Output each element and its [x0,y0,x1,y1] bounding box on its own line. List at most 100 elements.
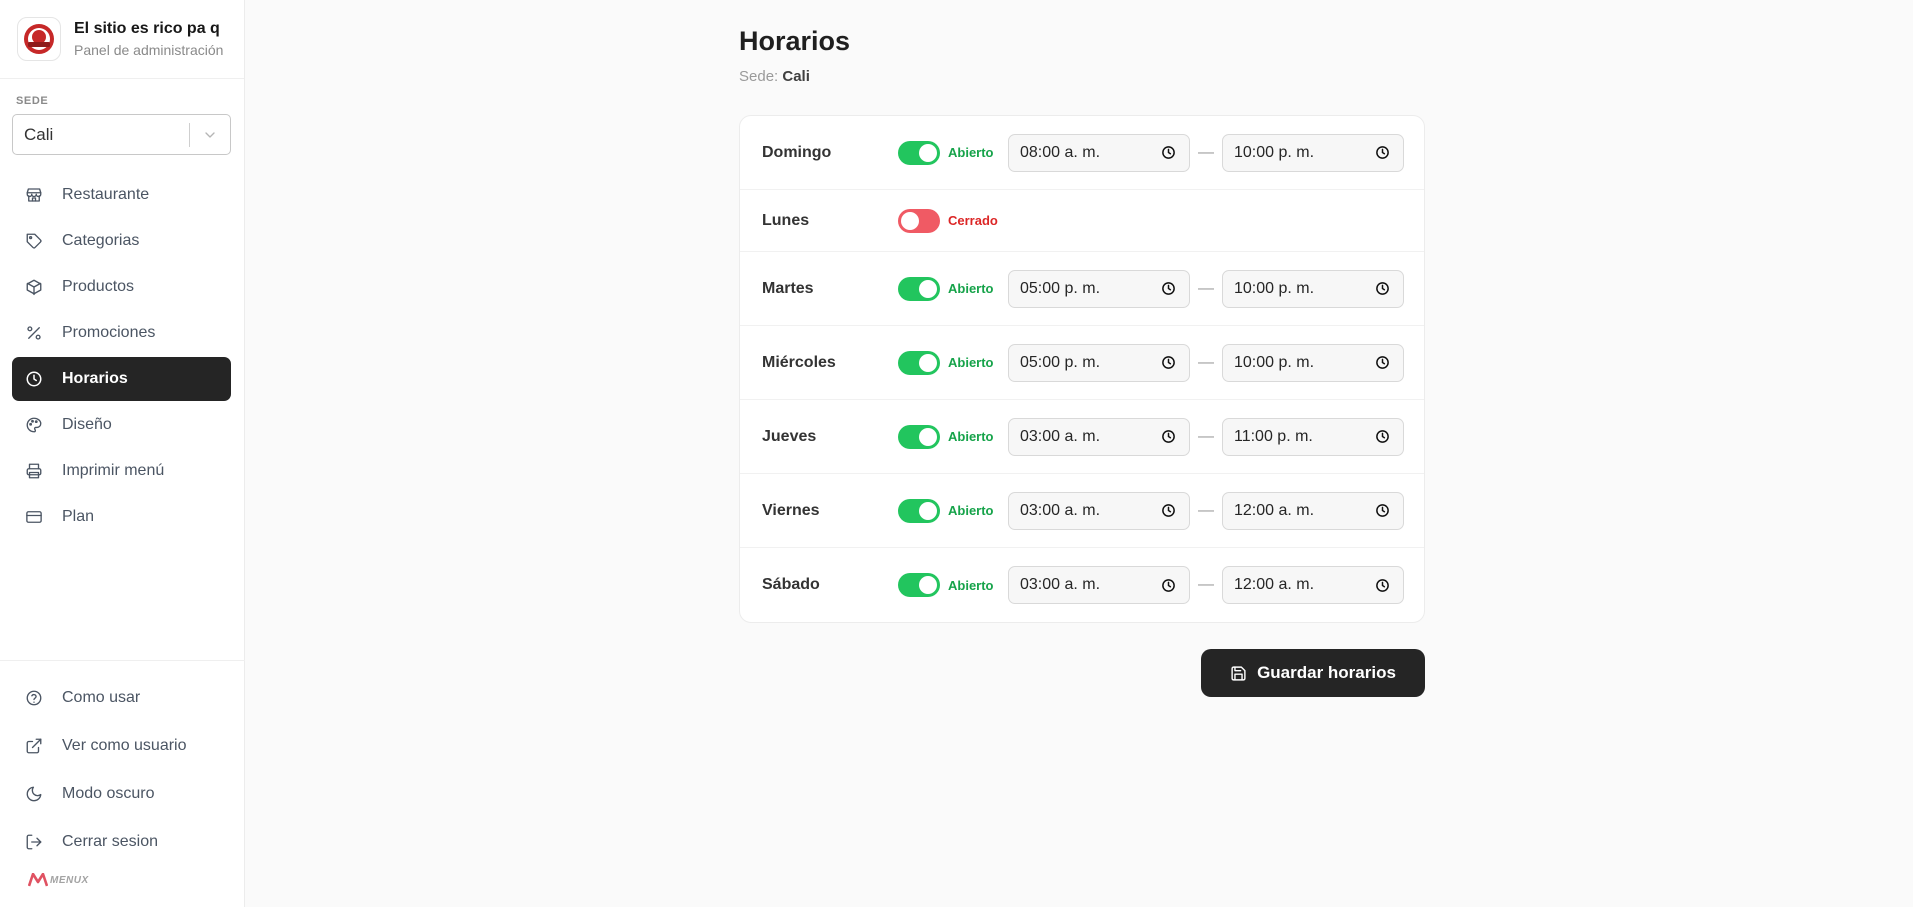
clock-icon[interactable] [1161,429,1176,444]
palette-icon [26,417,42,433]
nav-label: Productos [62,278,135,295]
day-name: Viernes [762,501,820,519]
time-value: 03:00 a. m. [1020,501,1101,519]
open-time-input[interactable]: 03:00 a. m. [1008,566,1190,604]
close-time-input[interactable]: 11:00 p. m. [1222,417,1404,456]
day-name: Miércoles [762,353,836,371]
time-value: 10:00 p. m. [1234,353,1315,371]
nav-item-productos[interactable]: Productos [12,265,231,309]
clock-icon[interactable] [1375,503,1390,518]
external-link-icon [26,738,42,754]
nav-item-ver-como-usuario[interactable]: Ver como usuario [12,723,231,769]
sede-name: Cali [782,68,810,85]
time-separator: — [1198,501,1214,519]
nav-item-como-usar[interactable]: Como usar [12,675,231,721]
open-toggle[interactable] [898,573,940,597]
sede-prefix: Sede: [739,68,779,85]
time-value: 10:00 p. m. [1234,143,1315,161]
open-toggle[interactable] [898,350,940,375]
time-separator: — [1198,143,1214,161]
clock-icon[interactable] [1375,578,1390,593]
nav-item-diseno[interactable]: Diseño [12,403,231,447]
nav-label: Imprimir menú [62,462,165,479]
clock-icon[interactable] [1161,503,1176,518]
time-value: 10:00 p. m. [1234,279,1315,297]
close-time-input[interactable]: 12:00 a. m. [1222,566,1404,604]
nav-label: Restaurante [62,186,150,203]
nav-item-cerrar-sesion[interactable]: Cerrar sesion [12,819,231,865]
nav-label: Cerrar sesion [62,833,159,850]
save-schedule-button[interactable]: Guardar horarios [1201,649,1425,697]
clock-icon[interactable] [1161,578,1176,593]
status-label: Cerrado [948,213,998,228]
nav-item-imprimir-menu[interactable]: Imprimir menú [12,449,231,493]
schedule-row-domingo: Domingo Abierto 08:00 a. m. — 10:00 p. m… [740,116,1424,190]
time-value: 05:00 p. m. [1020,279,1101,297]
close-time-input[interactable]: 10:00 p. m. [1222,269,1404,308]
clock-icon[interactable] [1375,429,1390,444]
open-time-input[interactable]: 03:00 a. m. [1008,417,1190,456]
nav-label: Modo oscuro [62,785,155,802]
open-toggle[interactable] [898,140,940,165]
open-time-input[interactable]: 08:00 a. m. [1008,133,1190,172]
help-circle-icon [26,690,42,706]
schedule-card: Domingo Abierto 08:00 a. m. — 10:00 p. m… [739,115,1425,623]
close-time-input[interactable]: 12:00 a. m. [1222,491,1404,530]
nav-item-modo-oscuro[interactable]: Modo oscuro [12,771,231,817]
time-value: 08:00 a. m. [1020,143,1101,161]
nav-item-categorias[interactable]: Categorias [12,219,231,263]
close-time-input[interactable]: 10:00 p. m. [1222,343,1404,382]
sede-label: SEDE [16,95,49,107]
schedule-row-miercoles: Miércoles Abierto 05:00 p. m. — 10:00 p.… [740,326,1424,400]
clock-icon [26,371,42,387]
nav-label: Horarios [62,370,128,387]
restaurant-logo [17,17,61,61]
open-toggle[interactable] [898,276,940,301]
clock-icon[interactable] [1375,281,1390,296]
nav-item-promociones[interactable]: Promociones [12,311,231,355]
nav-item-plan[interactable]: Plan [12,495,231,539]
main-nav: Restaurante Categorias Productos Promoci… [12,173,231,541]
nav-item-restaurante[interactable]: Restaurante [12,173,231,217]
page-title: Horarios [739,26,851,56]
restaurant-name: El sitio es rico pa q [74,20,220,37]
time-separator: — [1198,353,1214,371]
close-time-input[interactable]: 10:00 p. m. [1222,133,1404,172]
time-value: 03:00 a. m. [1020,427,1101,445]
save-button-label: Guardar horarios [1257,663,1396,682]
nav-label: Promociones [62,324,156,341]
clock-icon[interactable] [1161,145,1176,160]
nav-label: Como usar [62,689,141,706]
current-sede: Sede: Cali [739,68,810,85]
open-time-input[interactable]: 05:00 p. m. [1008,269,1190,308]
schedule-row-viernes: Viernes Abierto 03:00 a. m. — 12:00 a. m… [740,474,1424,548]
clock-icon[interactable] [1161,355,1176,370]
open-toggle[interactable] [898,424,940,449]
open-time-input[interactable]: 03:00 a. m. [1008,491,1190,530]
open-toggle[interactable] [898,208,940,233]
schedule-row-martes: Martes Abierto 05:00 p. m. — 10:00 p. m. [740,252,1424,326]
open-time-input[interactable]: 05:00 p. m. [1008,343,1190,382]
sidebar: El sitio es rico pa q Panel de administr… [0,0,245,907]
time-value: 11:00 p. m. [1234,427,1313,445]
nav-item-horarios[interactable]: Horarios [12,357,231,401]
schedule-row-jueves: Jueves Abierto 03:00 a. m. — 11:00 p. m. [740,400,1424,474]
box-icon [26,279,42,296]
nav-label: Ver como usuario [62,737,187,754]
status-label: Abierto [948,503,994,518]
day-name: Domingo [762,143,832,161]
panel-subtitle: Panel de administración [74,42,224,58]
day-name: Martes [762,279,814,297]
nav-label: Diseño [62,416,112,433]
clock-icon[interactable] [1161,281,1176,296]
percent-icon [27,326,41,340]
day-name: Sábado [762,576,820,593]
status-label: Abierto [948,429,994,444]
open-toggle[interactable] [898,498,940,523]
clock-icon[interactable] [1375,145,1390,160]
time-value: 05:00 p. m. [1020,353,1101,371]
day-name: Jueves [762,427,817,445]
chevron-down-icon[interactable] [190,127,230,143]
sede-select[interactable]: Cali [12,114,231,155]
clock-icon[interactable] [1375,355,1390,370]
